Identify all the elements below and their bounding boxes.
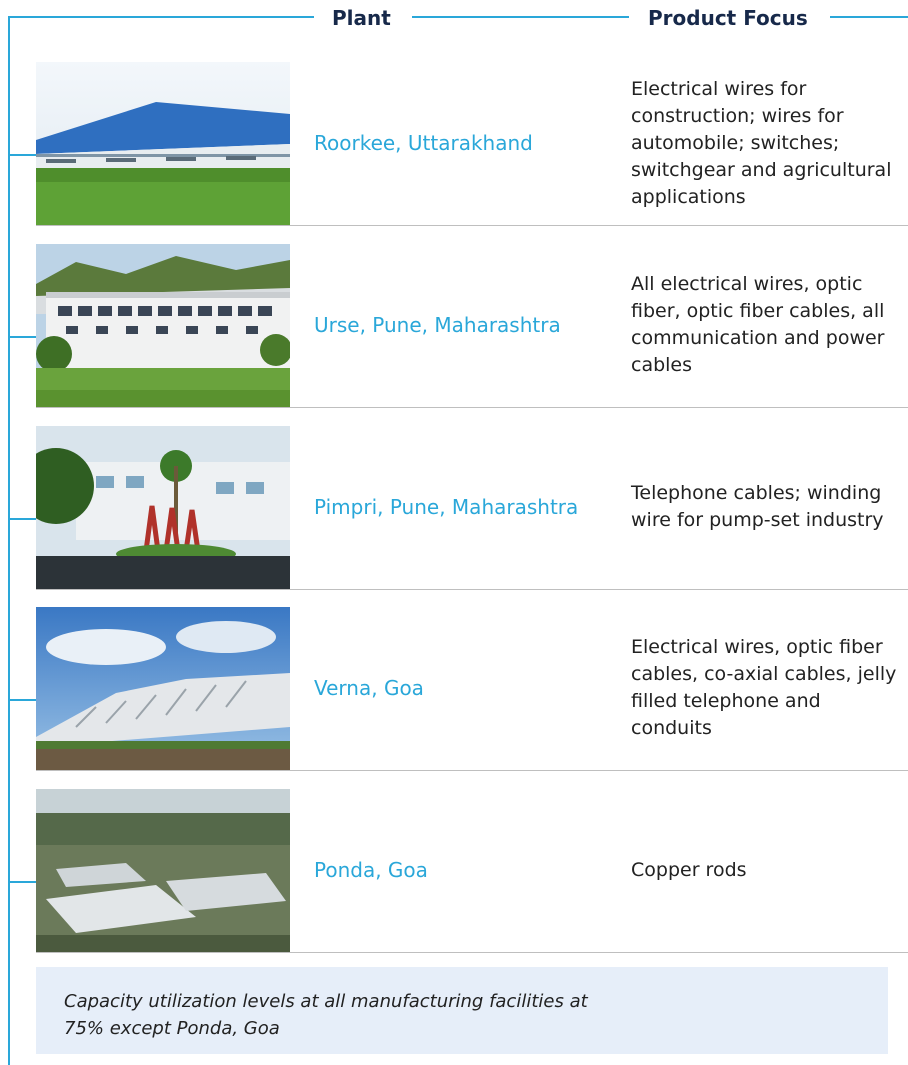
- plant-name: Ponda, Goa: [314, 858, 428, 882]
- note-text: Capacity utilization levels at all manuf…: [64, 991, 588, 1039]
- rail-tick-3: [8, 518, 36, 520]
- plant-row-roorkee: Roorkee, Uttarakhand Electrical wires fo…: [36, 60, 908, 242]
- rail-tick-4: [8, 699, 36, 701]
- header-line-right: [830, 16, 908, 18]
- row-divider: [36, 952, 908, 953]
- plant-photo-pimpri: [36, 426, 290, 590]
- plant-row-ponda: Ponda, Goa Copper rods: [36, 787, 908, 969]
- plant-name: Verna, Goa: [314, 676, 424, 700]
- product-focus-text: Copper rods: [631, 858, 747, 881]
- product-focus-column-header: Product Focus: [648, 6, 808, 30]
- row-divider: [36, 225, 908, 226]
- plant-row-verna: Verna, Goa Electrical wires, optic fiber…: [36, 605, 908, 787]
- row-divider: [36, 589, 908, 590]
- plant-column-header: Plant: [332, 6, 391, 30]
- plant-row-urse: Urse, Pune, Maharashtra All electrical w…: [36, 242, 908, 424]
- plant-row-pimpri: Pimpri, Pune, Maharashtra Telephone cabl…: [36, 424, 908, 606]
- product-focus-text: Telephone cables; winding wire for pump-…: [631, 482, 884, 531]
- header-line-mid: [412, 16, 629, 18]
- plant-photo-ponda: [36, 789, 290, 953]
- plant-name: Roorkee, Uttarakhand: [314, 131, 533, 155]
- plant-photo-roorkee: [36, 62, 290, 226]
- rail-tick-5: [8, 881, 36, 883]
- row-divider: [36, 407, 908, 408]
- header-line-left: [8, 16, 314, 18]
- timeline-rail: [8, 16, 10, 1065]
- capacity-utilization-note: Capacity utilization levels at all manuf…: [36, 967, 888, 1054]
- product-focus-text: All electrical wires, optic fiber, optic…: [631, 273, 885, 376]
- rail-tick-1: [8, 154, 36, 156]
- product-focus-text: Electrical wires, optic fiber cables, co…: [631, 636, 897, 739]
- plant-name: Pimpri, Pune, Maharashtra: [314, 495, 579, 519]
- plant-photo-verna: [36, 607, 290, 771]
- row-divider: [36, 770, 908, 771]
- product-focus-text: Electrical wires for construction; wires…: [631, 77, 892, 208]
- plant-photo-urse: [36, 244, 290, 408]
- rail-tick-2: [8, 336, 36, 338]
- plant-name: Urse, Pune, Maharashtra: [314, 313, 561, 337]
